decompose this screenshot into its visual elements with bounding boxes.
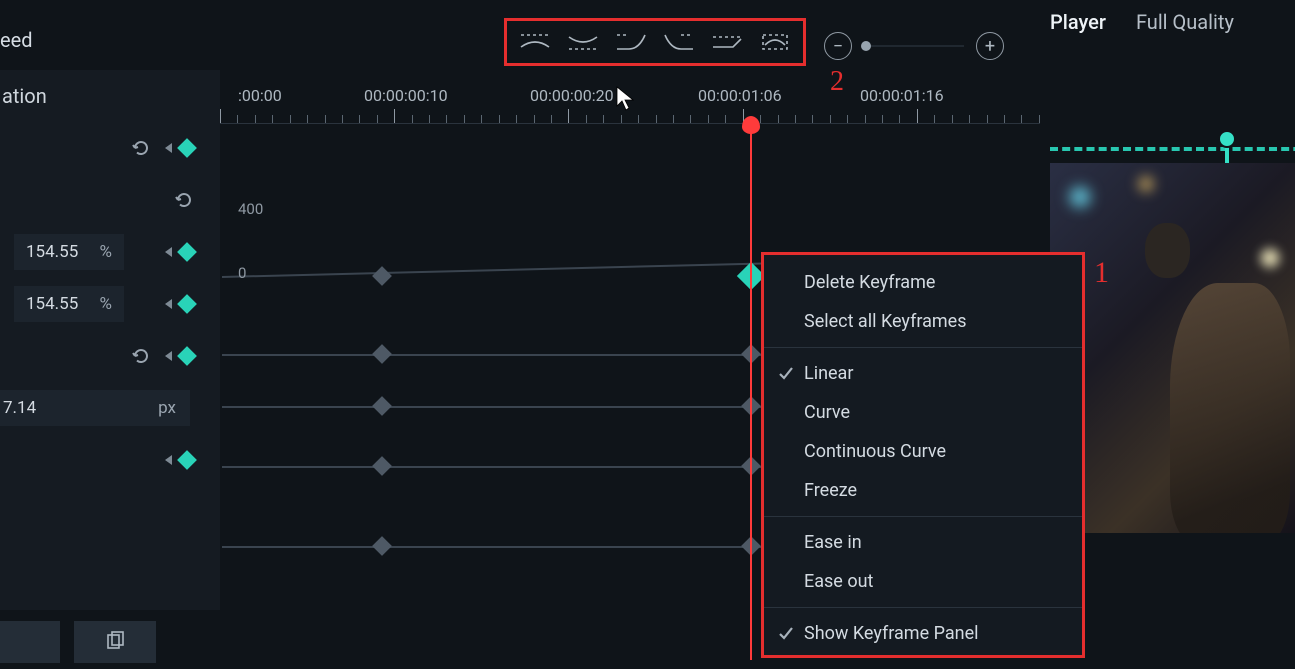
annotation-1: 1	[1094, 256, 1109, 290]
prev-keyframe-button[interactable]	[165, 247, 172, 257]
timeline-ruler[interactable]: :00:00 00:00:00:10 00:00:00:20 00:00:01:06 0…	[220, 70, 1040, 124]
property-row: 154.55%	[0, 278, 220, 330]
reset-icon[interactable]	[174, 190, 194, 210]
bottom-button-1[interactable]	[0, 621, 60, 663]
context-menu-label: Continuous Curve	[804, 441, 946, 462]
zoom-slider[interactable]	[864, 45, 964, 47]
ruler-time-label: 00:00:00:10	[364, 86, 448, 105]
properties-panel: ation 154.55%154.55%7.14px	[0, 70, 220, 610]
curve-ease-in-button[interactable]	[611, 27, 651, 57]
value-unit: px	[158, 398, 176, 418]
add-keyframe-button[interactable]	[177, 294, 197, 314]
graph-y-label-0: 0	[238, 264, 246, 282]
keyframe-diamond[interactable]	[372, 396, 392, 416]
curve-custom-button[interactable]	[755, 27, 795, 57]
player-tab[interactable]: Player	[1050, 10, 1106, 34]
speed-tab-label-partial: eed	[0, 28, 33, 52]
context-menu-item[interactable]: Continuous Curve	[764, 432, 1082, 471]
context-menu-item[interactable]: Freeze	[764, 471, 1082, 510]
keyframe-diamond[interactable]	[372, 456, 392, 476]
context-menu-item[interactable]: Ease in	[764, 523, 1082, 562]
context-menu-label: Select all Keyframes	[804, 311, 966, 332]
context-menu-label: Ease out	[804, 571, 873, 592]
value-input[interactable]: 7.14 px	[0, 390, 190, 426]
context-menu-item[interactable]: Select all Keyframes	[764, 302, 1082, 341]
property-row	[0, 434, 220, 486]
graph-y-label-400: 400	[238, 200, 263, 218]
value-number: 154.55	[26, 242, 78, 262]
ruler-time-label: :00:00	[238, 86, 282, 105]
curve-hold-button[interactable]	[707, 27, 747, 57]
value-input[interactable]: 154.55%	[14, 234, 124, 270]
context-menu-item[interactable]: Show Keyframe Panel	[764, 614, 1082, 653]
curve-flat-button[interactable]	[515, 27, 555, 57]
context-menu-label: Freeze	[804, 480, 857, 501]
context-menu-separator	[764, 347, 1082, 348]
add-keyframe-button[interactable]	[177, 450, 197, 470]
value-unit: %	[100, 294, 112, 314]
context-menu-label: Show Keyframe Panel	[804, 623, 979, 644]
add-keyframe-button[interactable]	[177, 138, 197, 158]
context-menu-item[interactable]: Curve	[764, 393, 1082, 432]
property-row: 154.55%	[0, 226, 220, 278]
reset-icon[interactable]	[131, 138, 151, 158]
ruler-time-label: 00:00:01:06	[698, 86, 782, 105]
reset-icon[interactable]	[131, 346, 151, 366]
context-menu-separator	[764, 516, 1082, 517]
context-menu-separator	[764, 607, 1082, 608]
add-keyframe-button[interactable]	[177, 346, 197, 366]
prev-keyframe-button[interactable]	[165, 455, 172, 465]
prev-keyframe-button[interactable]	[165, 351, 172, 361]
quality-dropdown[interactable]: Full Quality	[1136, 10, 1234, 34]
keyframe-diamond[interactable]	[372, 266, 392, 286]
context-menu-item[interactable]: Ease out	[764, 562, 1082, 601]
context-menu-item[interactable]: Delete Keyframe	[764, 263, 1082, 302]
animation-header-partial: ation	[0, 70, 220, 122]
ruler-time-label: 00:00:00:20	[530, 86, 614, 105]
property-row: 7.14 px	[0, 382, 220, 434]
keyframe-context-menu: Delete Keyframe Select all Keyframes Linea…	[761, 252, 1085, 658]
curve-type-toolbar	[504, 18, 806, 66]
ruler-time-label: 00:00:01:16	[860, 86, 944, 105]
value-input[interactable]: 154.55%	[14, 286, 124, 322]
prev-keyframe-button[interactable]	[165, 143, 172, 153]
property-row	[0, 122, 220, 174]
playhead[interactable]	[750, 120, 752, 660]
copy-button[interactable]	[74, 621, 156, 663]
context-menu-label: Curve	[804, 402, 850, 423]
player-marker-strip	[1050, 135, 1295, 165]
property-row	[0, 174, 220, 226]
context-menu-label: Ease in	[804, 532, 862, 553]
value-number: 7.14	[3, 398, 36, 418]
context-menu-item[interactable]: Linear	[764, 354, 1082, 393]
value-number: 154.55	[26, 294, 78, 314]
curve-ease-out-button[interactable]	[659, 27, 699, 57]
keyframe-diamond[interactable]	[372, 536, 392, 556]
zoom-out-button[interactable]: −	[824, 32, 852, 60]
curve-ease-button[interactable]	[563, 27, 603, 57]
player-preview	[1050, 163, 1295, 533]
keyframe-diamond[interactable]	[372, 344, 392, 364]
player-marker-knob[interactable]	[1218, 130, 1236, 148]
add-keyframe-button[interactable]	[177, 242, 197, 262]
zoom-in-button[interactable]: +	[976, 32, 1004, 60]
zoom-slider-thumb[interactable]	[861, 41, 871, 51]
prev-keyframe-button[interactable]	[165, 299, 172, 309]
context-menu-label: Linear	[804, 363, 853, 384]
property-row	[0, 330, 220, 382]
value-unit: %	[100, 242, 112, 262]
context-menu-label: Delete Keyframe	[804, 272, 935, 293]
